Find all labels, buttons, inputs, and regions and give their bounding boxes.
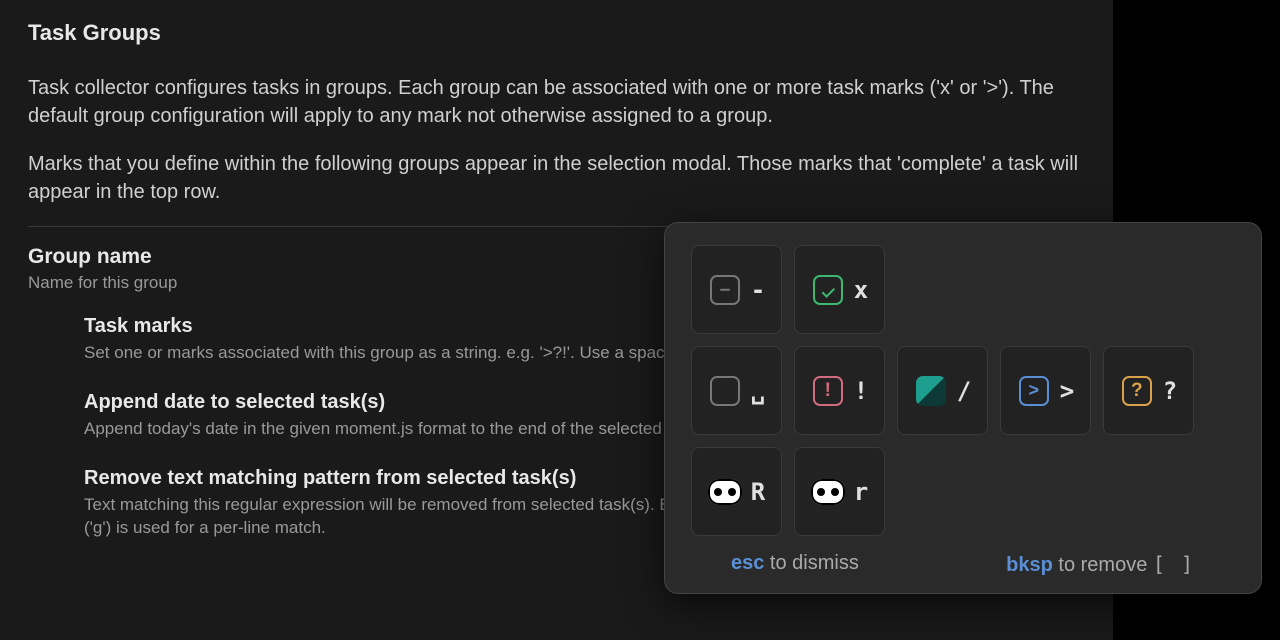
mark-char: ? bbox=[1163, 377, 1177, 405]
mark-button-x[interactable]: x bbox=[794, 245, 885, 334]
eyes-icon bbox=[708, 475, 742, 509]
esc-key-label: esc bbox=[731, 552, 764, 574]
dismiss-hint: esc to dismiss bbox=[731, 552, 859, 577]
mark-char: x bbox=[854, 276, 868, 304]
question-checkbox-icon: ? bbox=[1120, 374, 1154, 408]
mark-char: r bbox=[854, 478, 868, 506]
mark-button-R[interactable]: R bbox=[691, 447, 782, 536]
remove-hint: bksp to remove [ ] bbox=[1006, 552, 1195, 577]
mark-button-r[interactable]: r bbox=[794, 447, 885, 536]
section-intro: Task collector configures tasks in group… bbox=[28, 74, 1085, 206]
mark-char: ! bbox=[854, 377, 868, 405]
bksp-key-label: bksp bbox=[1006, 554, 1053, 576]
forwarded-checkbox-icon: > bbox=[1017, 374, 1051, 408]
intro-paragraph-2: Marks that you define within the followi… bbox=[28, 150, 1085, 206]
mark-char: R bbox=[751, 478, 765, 506]
mark-row-1: -x bbox=[691, 245, 1235, 334]
mark-selection-modal: -x ␣!!/>>?? Rr esc to dismiss bksp to re… bbox=[664, 222, 1262, 594]
empty-checkbox-icon bbox=[708, 374, 742, 408]
important-checkbox-icon: ! bbox=[811, 374, 845, 408]
mark-char: > bbox=[1060, 377, 1074, 405]
eyes-icon bbox=[811, 475, 845, 509]
modal-footer: esc to dismiss bksp to remove [ ] bbox=[691, 552, 1235, 577]
mark-row-2: ␣!!/>>?? bbox=[691, 346, 1235, 435]
mark-row-3: Rr bbox=[691, 447, 1235, 536]
dismiss-text: to dismiss bbox=[764, 552, 858, 574]
remove-text: to remove bbox=[1053, 554, 1153, 576]
mark-button-minus[interactable]: - bbox=[691, 245, 782, 334]
mark-button-gt[interactable]: >> bbox=[1000, 346, 1091, 435]
brackets-icon: [ ] bbox=[1153, 552, 1195, 576]
mark-char: - bbox=[751, 276, 765, 304]
cancelled-checkbox-icon bbox=[708, 273, 742, 307]
section-title: Task Groups bbox=[28, 20, 1085, 46]
mark-char: / bbox=[957, 377, 971, 405]
in-progress-checkbox-icon bbox=[914, 374, 948, 408]
mark-button-space[interactable]: ␣ bbox=[691, 346, 782, 435]
mark-button-slash[interactable]: / bbox=[897, 346, 988, 435]
mark-grid: -x ␣!!/>>?? Rr bbox=[691, 245, 1235, 536]
mark-button-exclaim[interactable]: !! bbox=[794, 346, 885, 435]
checked-checkbox-icon bbox=[811, 273, 845, 307]
mark-button-question[interactable]: ?? bbox=[1103, 346, 1194, 435]
intro-paragraph-1: Task collector configures tasks in group… bbox=[28, 74, 1085, 130]
mark-char: ␣ bbox=[751, 377, 765, 405]
